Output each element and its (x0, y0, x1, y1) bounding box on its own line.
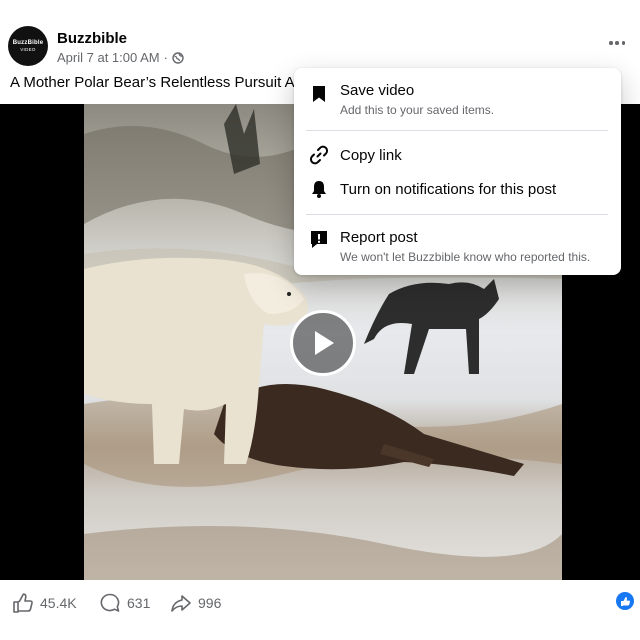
dot-icon (621, 41, 625, 45)
menu-item-title: Copy link (340, 147, 402, 164)
post-action-bar: 45.4K 631 996 (0, 580, 640, 640)
page-name[interactable]: Buzzbible (57, 30, 127, 47)
menu-item-turn-on-notifications[interactable]: Turn on notifications for this post (294, 172, 621, 206)
play-button[interactable] (290, 310, 356, 376)
bookmark-icon (313, 86, 325, 102)
post-header: BuzzBible VIDEO Buzzbible April 7 at 1:0… (0, 0, 640, 70)
thumbs-up-icon (620, 596, 630, 606)
post-date[interactable]: April 7 at 1:00 AM (57, 50, 160, 65)
more-options-button[interactable] (606, 34, 628, 52)
dot-icon (609, 41, 613, 45)
like-count: 45.4K (40, 595, 77, 611)
menu-item-copy-link[interactable]: Copy link (294, 138, 621, 172)
avatar-text-line2: VIDEO (20, 47, 36, 52)
globe-icon[interactable] (172, 51, 184, 64)
bell-icon (312, 181, 326, 198)
share-count: 996 (198, 595, 222, 611)
menu-item-title: Turn on notifications for this post (340, 181, 557, 198)
share-icon (171, 595, 191, 612)
menu-item-title: Save video (340, 82, 415, 99)
menu-item-subtitle: Add this to your saved items. (340, 103, 495, 117)
like-reaction-icon[interactable] (616, 592, 634, 610)
thumbs-up-icon (13, 593, 33, 613)
menu-item-report-post[interactable]: Report post We won't let Buzzbible know … (294, 218, 621, 274)
menu-divider (306, 214, 608, 215)
avatar-text-line1: BuzzBible (12, 40, 44, 46)
post-options-menu: Save video Add this to your saved items.… (294, 68, 621, 275)
menu-item-subtitle: We won't let Buzzbible know who reported… (340, 250, 591, 264)
comment-button[interactable]: 631 (99, 592, 150, 614)
report-icon (311, 231, 327, 248)
menu-divider (306, 130, 608, 131)
link-icon (309, 145, 329, 165)
play-icon (315, 331, 334, 355)
comment-icon (100, 593, 120, 612)
comment-count: 631 (127, 595, 151, 611)
post-caption: A Mother Polar Bear’s Relentless Pursuit… (10, 74, 303, 91)
meta-separator: · (163, 50, 168, 65)
menu-item-save-video[interactable]: Save video Add this to your saved items. (294, 68, 621, 130)
post-meta: April 7 at 1:00 AM · (57, 50, 184, 65)
avatar[interactable]: BuzzBible VIDEO (8, 26, 48, 66)
like-button[interactable]: 45.4K (12, 592, 77, 614)
share-button[interactable]: 996 (170, 592, 221, 614)
dot-icon (615, 41, 619, 45)
menu-item-title: Report post (340, 229, 418, 246)
